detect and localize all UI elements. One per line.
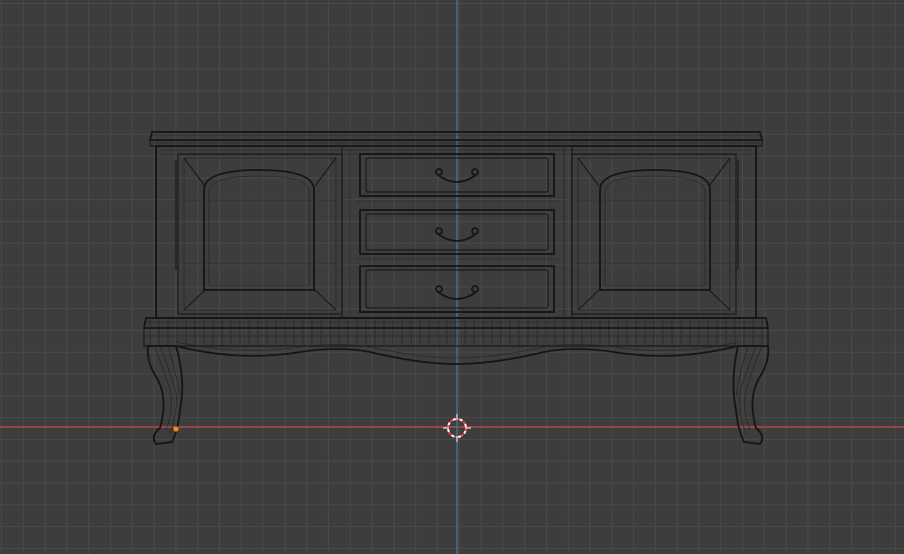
sideboard-wireframe[interactable] [142,131,770,445]
viewport-scene[interactable] [0,0,904,554]
cabinet-body [155,145,757,319]
cabinet-top [148,131,764,141]
left-door-arched-panel [203,169,315,291]
object-origin-dot[interactable] [173,426,179,432]
3d-viewport[interactable] [0,0,904,554]
right-door-arched-panel [599,169,711,291]
right-leg [732,345,770,445]
right-door [571,153,739,315]
left-door [175,153,343,315]
